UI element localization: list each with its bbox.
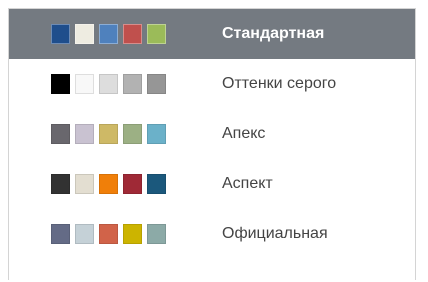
color-swatch	[75, 124, 94, 144]
color-swatch	[51, 74, 70, 94]
color-swatch	[147, 174, 166, 194]
color-swatch	[147, 24, 166, 44]
palette-swatches	[51, 174, 166, 194]
color-swatch	[147, 74, 166, 94]
color-swatch	[75, 24, 94, 44]
color-swatch	[51, 24, 70, 44]
palette-option-standard[interactable]: Стандартная	[9, 9, 415, 59]
color-swatch	[99, 124, 118, 144]
color-swatch	[99, 174, 118, 194]
palette-option-grayscale[interactable]: Оттенки серого	[9, 59, 415, 109]
color-swatch	[99, 74, 118, 94]
color-swatch	[123, 224, 142, 244]
color-swatch	[147, 124, 166, 144]
color-swatch	[75, 174, 94, 194]
color-swatch	[123, 74, 142, 94]
color-swatch	[123, 174, 142, 194]
color-swatch	[51, 174, 70, 194]
palette-swatches	[51, 224, 166, 244]
color-palette-menu: Стандартная Оттенки серого Апекс Аспект …	[8, 8, 416, 280]
palette-label: Апекс	[222, 125, 266, 142]
palette-label: Официальная	[222, 225, 328, 242]
palette-label: Стандартная	[222, 25, 325, 42]
palette-label: Оттенки серого	[222, 75, 337, 92]
color-swatch	[75, 74, 94, 94]
palette-option-aspect[interactable]: Аспект	[9, 159, 415, 209]
color-swatch	[147, 224, 166, 244]
palette-swatches	[51, 24, 166, 44]
color-swatch	[75, 224, 94, 244]
palette-option-apex[interactable]: Апекс	[9, 109, 415, 159]
color-swatch	[123, 24, 142, 44]
palette-label: Аспект	[222, 175, 273, 192]
color-swatch	[51, 124, 70, 144]
color-swatch	[51, 224, 70, 244]
color-swatch	[99, 24, 118, 44]
palette-swatches	[51, 74, 166, 94]
color-swatch	[99, 224, 118, 244]
palette-option-official[interactable]: Официальная	[9, 209, 415, 259]
palette-swatches	[51, 124, 166, 144]
color-swatch	[123, 124, 142, 144]
